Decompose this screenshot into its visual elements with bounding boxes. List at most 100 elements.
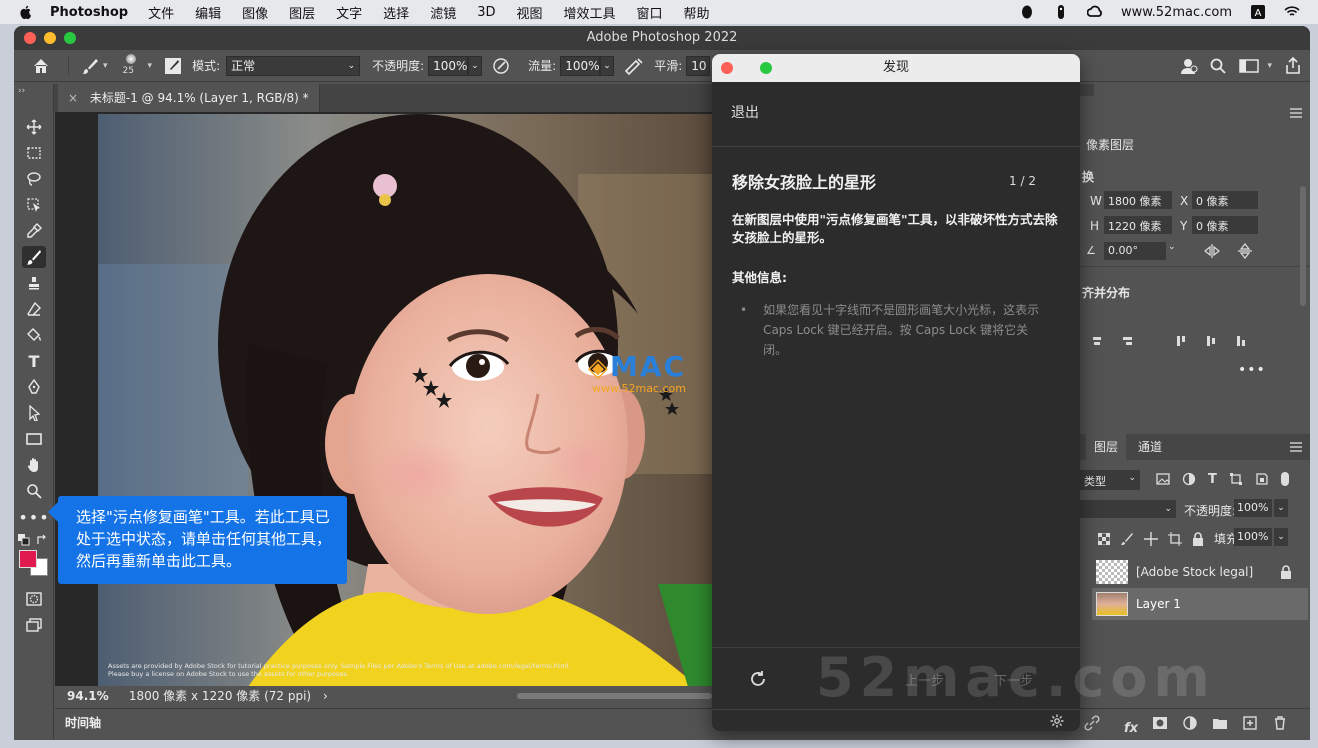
width-input[interactable]: 1800 像素 xyxy=(1104,191,1172,209)
marquee-tool[interactable] xyxy=(22,142,46,164)
horizontal-scrollbar[interactable] xyxy=(517,693,712,699)
lock-position-icon[interactable] xyxy=(1144,531,1158,546)
brush-settings-panel-icon[interactable] xyxy=(164,57,182,75)
lock-transparent-pixels-icon[interactable] xyxy=(1098,532,1110,545)
edit-toolbar-button[interactable]: ••• xyxy=(18,506,48,528)
user-guide-icon[interactable] xyxy=(1179,56,1199,76)
align-right-icon[interactable] xyxy=(1120,334,1134,348)
brush-tool-preset-icon[interactable] xyxy=(81,57,99,75)
filter-adjustment-layer-icon[interactable] xyxy=(1182,472,1196,486)
chevron-down-icon[interactable]: ▾ xyxy=(148,61,153,71)
new-group-icon[interactable] xyxy=(1212,715,1228,731)
window-minimize-button[interactable] xyxy=(44,32,56,44)
lock-all-icon[interactable] xyxy=(1192,531,1204,546)
rectangle-tool[interactable] xyxy=(22,428,46,450)
layer-row[interactable]: [Adobe Stock legal] xyxy=(1080,556,1310,588)
path-selection-tool[interactable] xyxy=(22,402,46,424)
layers-tab[interactable]: 图层 xyxy=(1086,434,1126,460)
quick-mask-button[interactable] xyxy=(22,588,46,610)
layers-panel-menu-icon[interactable] xyxy=(1290,442,1302,452)
eraser-tool[interactable] xyxy=(22,298,46,320)
move-tool[interactable] xyxy=(22,116,46,138)
paint-bucket-tool[interactable] xyxy=(22,324,46,346)
angle-input[interactable]: 0.00° xyxy=(1104,242,1166,260)
canvas-area[interactable]: ◈MAC www.52mac.com Assets are provided b… xyxy=(55,112,713,687)
share-icon[interactable] xyxy=(1284,57,1302,75)
fill-input[interactable]: 100% xyxy=(1234,528,1272,546)
menu-filter[interactable]: 滤镜 xyxy=(430,3,456,22)
align-top-icon[interactable] xyxy=(1174,334,1188,348)
menu-3d[interactable]: 3D xyxy=(477,5,495,20)
y-input[interactable]: 0 像素 xyxy=(1192,216,1258,234)
chevron-down-icon[interactable]: ▾ xyxy=(103,61,108,71)
delete-layer-icon[interactable] xyxy=(1272,715,1288,731)
fx-icon[interactable]: fx xyxy=(1124,715,1138,740)
x-input[interactable]: 0 像素 xyxy=(1192,191,1258,209)
qq-icon[interactable] xyxy=(1019,4,1035,20)
filter-toggle-switch[interactable] xyxy=(1280,472,1289,486)
menu-file[interactable]: 文件 xyxy=(148,3,174,22)
smoothing-input[interactable]: 10 xyxy=(686,55,711,76)
zoom-level[interactable]: 94.1% xyxy=(67,686,115,706)
screen-mode-button[interactable] xyxy=(22,614,46,636)
creative-cloud-icon[interactable] xyxy=(1086,4,1103,20)
blend-mode-select[interactable]: ⌄ xyxy=(1080,500,1176,518)
collapse-panel-icon[interactable]: ›› xyxy=(18,86,25,96)
chevron-right-icon[interactable]: › xyxy=(323,689,328,703)
airbrush-icon[interactable] xyxy=(624,57,644,75)
search-icon[interactable] xyxy=(1209,57,1227,75)
swap-colors-icon[interactable] xyxy=(36,534,48,546)
type-tool[interactable]: T xyxy=(22,350,46,372)
menu-window[interactable]: 窗口 xyxy=(637,3,663,22)
default-colors-icon[interactable] xyxy=(18,534,30,546)
apple-icon[interactable] xyxy=(18,4,34,20)
opacity-input[interactable]: 100% xyxy=(428,55,469,76)
chevron-down-icon[interactable]: ⌄ xyxy=(1168,242,1176,252)
height-input[interactable]: 1220 像素 xyxy=(1104,216,1172,234)
properties-scrollbar[interactable] xyxy=(1300,186,1306,306)
object-selection-tool[interactable] xyxy=(22,194,46,216)
filter-pixel-layer-icon[interactable] xyxy=(1156,472,1170,486)
link-layers-icon[interactable] xyxy=(1084,715,1100,731)
brush-tool[interactable] xyxy=(22,246,46,268)
input-method-icon[interactable]: A xyxy=(1250,4,1266,20)
menu-view[interactable]: 视图 xyxy=(516,3,542,22)
align-vertical-center-icon[interactable] xyxy=(1204,334,1218,348)
filter-smart-object-icon[interactable] xyxy=(1255,472,1269,486)
layer-opacity-dropdown[interactable]: ⌄ xyxy=(1274,499,1288,517)
menu-select[interactable]: 选择 xyxy=(383,3,409,22)
close-tab-icon[interactable]: × xyxy=(68,91,78,105)
flip-horizontal-icon[interactable] xyxy=(1204,244,1220,258)
lock-artboard-icon[interactable] xyxy=(1168,531,1182,546)
menu-type[interactable]: 文字 xyxy=(336,3,362,22)
menu-layer[interactable]: 图层 xyxy=(289,3,315,22)
flow-dropdown[interactable]: ⌄ xyxy=(600,55,615,76)
chevron-down-icon[interactable]: ▾ xyxy=(1267,61,1272,71)
adjustment-layer-icon[interactable] xyxy=(1182,715,1198,731)
lasso-tool[interactable] xyxy=(22,168,46,190)
refresh-icon[interactable] xyxy=(749,670,767,688)
flip-vertical-icon[interactable] xyxy=(1238,243,1252,259)
window-zoom-button[interactable] xyxy=(64,32,76,44)
fill-dropdown[interactable]: ⌄ xyxy=(1274,528,1288,546)
zoom-tool[interactable] xyxy=(22,480,46,502)
filter-type-layer-icon[interactable]: T xyxy=(1208,472,1217,487)
channels-tab[interactable]: 通道 xyxy=(1138,434,1162,460)
menu-plugins[interactable]: 增效工具 xyxy=(564,3,616,22)
properties-pixel-layer-tab[interactable]: 像素图层 xyxy=(1086,136,1134,153)
mode-select[interactable]: 正常 ⌄ xyxy=(226,55,361,76)
new-layer-icon[interactable] xyxy=(1242,715,1258,731)
layer-filter-kind-select[interactable]: 类型 ⌄ xyxy=(1080,470,1140,490)
gear-icon[interactable] xyxy=(1050,714,1064,728)
hand-tool[interactable] xyxy=(22,454,46,476)
align-bottom-icon[interactable] xyxy=(1234,334,1248,348)
stamp-tool[interactable] xyxy=(22,272,46,294)
add-mask-icon[interactable] xyxy=(1152,715,1168,731)
workspace-icon[interactable] xyxy=(1239,58,1260,74)
layer-opacity-input[interactable]: 100% xyxy=(1234,499,1272,517)
document-tab[interactable]: × 未标题-1 @ 94.1% (Layer 1, RGB/8) * xyxy=(58,84,320,112)
opacity-dropdown[interactable]: ⌄ xyxy=(468,55,483,76)
filter-shape-layer-icon[interactable] xyxy=(1229,472,1243,486)
microphone-icon[interactable] xyxy=(1053,4,1069,20)
menu-edit[interactable]: 编辑 xyxy=(195,3,221,22)
